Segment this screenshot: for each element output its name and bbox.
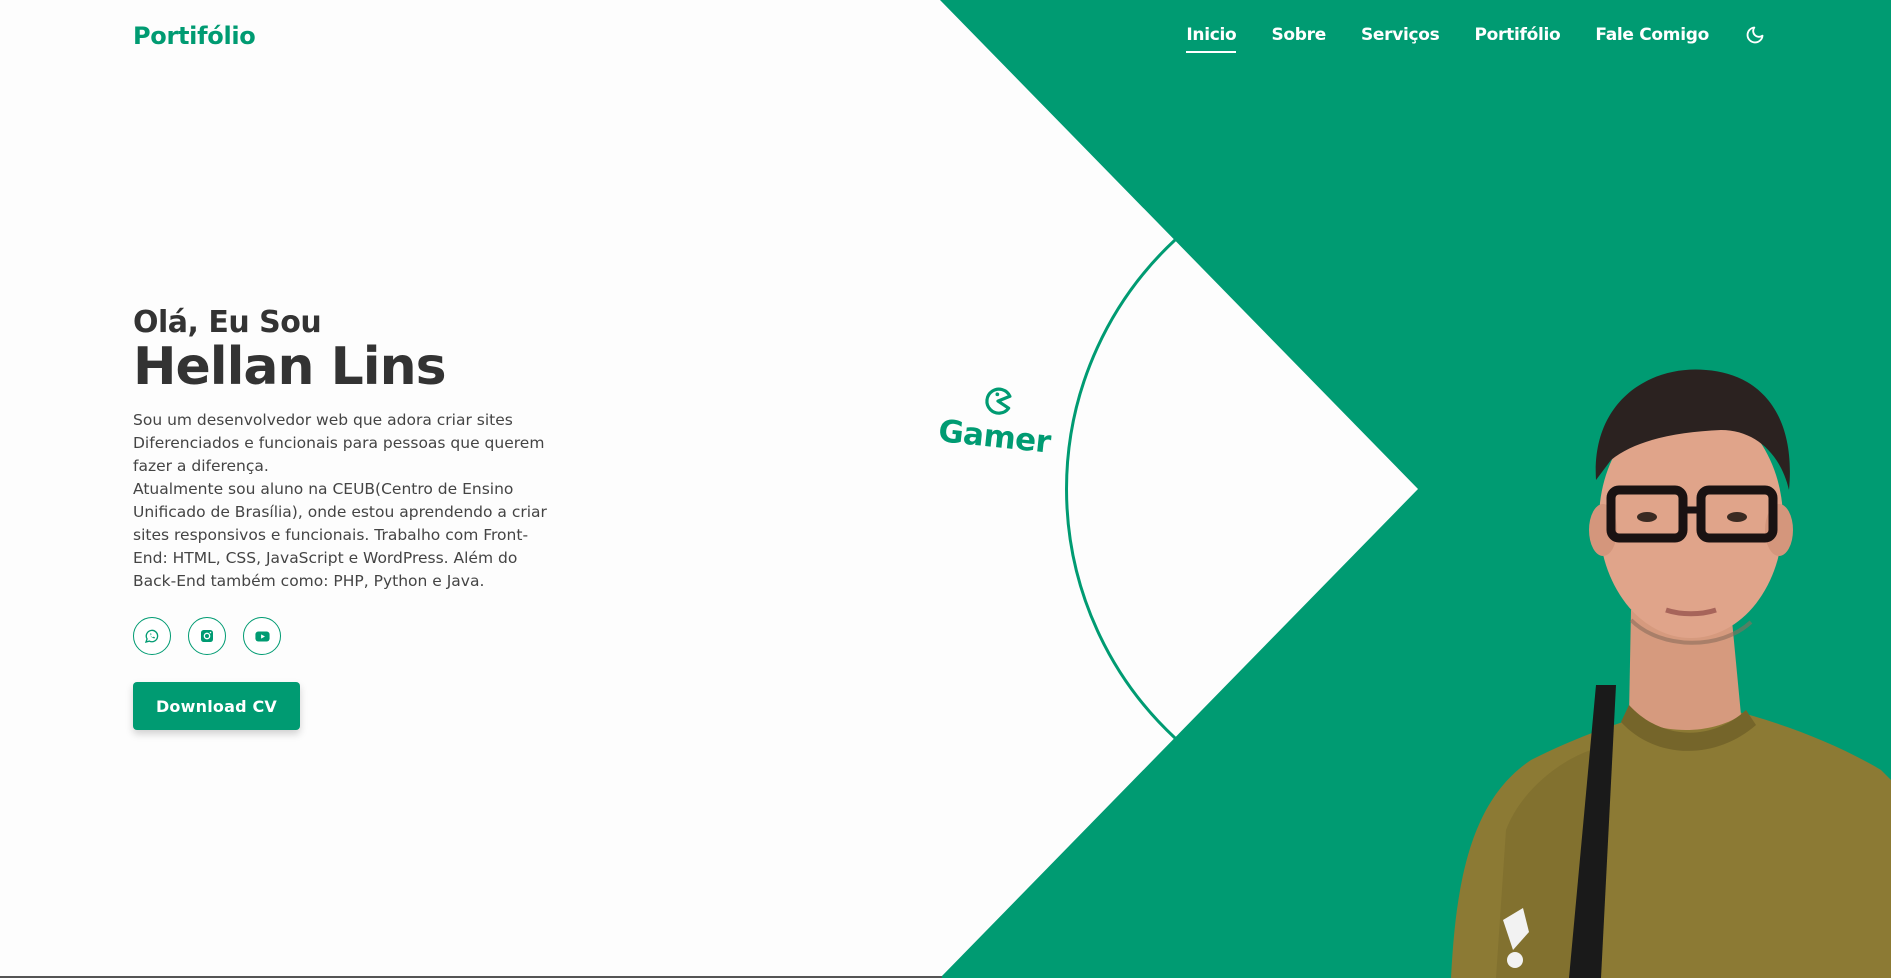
site-logo[interactable]: Portifólio <box>133 22 256 50</box>
youtube-button[interactable] <box>243 617 281 655</box>
whatsapp-icon <box>144 629 159 643</box>
nav-link-sobre[interactable]: Sobre <box>1271 25 1326 51</box>
moon-icon[interactable] <box>1744 24 1766 46</box>
youtube-icon <box>254 631 270 641</box>
hero-greeting: Olá, Eu Sou <box>133 305 322 340</box>
whatsapp-button[interactable] <box>133 617 171 655</box>
hero-section: Olá, Eu Sou Hellan Lins Sou um desenvolv… <box>133 305 553 730</box>
download-cv-button[interactable]: Download CV <box>133 682 300 730</box>
bio-paragraph-education: Atualmente sou aluno na CEUB(Centro de E… <box>133 480 547 590</box>
nav-link-inicio[interactable]: Inicio <box>1186 25 1237 53</box>
nav-link-servicos[interactable]: Serviços <box>1361 25 1440 51</box>
nav-link-portifolio[interactable]: Portifólio <box>1475 25 1561 51</box>
gamer-badge: Gamer <box>937 379 1056 461</box>
bio-paragraph-intro: Sou um desenvolvedor web que adora criar… <box>133 411 545 475</box>
hero-bio: Sou um desenvolvedor web que adora criar… <box>133 409 553 593</box>
instagram-button[interactable] <box>188 617 226 655</box>
site-header: Portifólio Inicio Sobre Serviços Portifó… <box>0 0 1891 74</box>
main-nav: Inicio Sobre Serviços Portifólio Fale Co… <box>1186 24 1766 53</box>
instagram-icon <box>201 630 213 642</box>
social-links <box>133 617 553 655</box>
nav-link-fale-comigo[interactable]: Fale Comigo <box>1595 25 1709 51</box>
pacman-icon <box>985 387 1012 415</box>
hero-name: Hellan Lins <box>133 337 447 397</box>
profile-photo <box>1451 369 1891 978</box>
